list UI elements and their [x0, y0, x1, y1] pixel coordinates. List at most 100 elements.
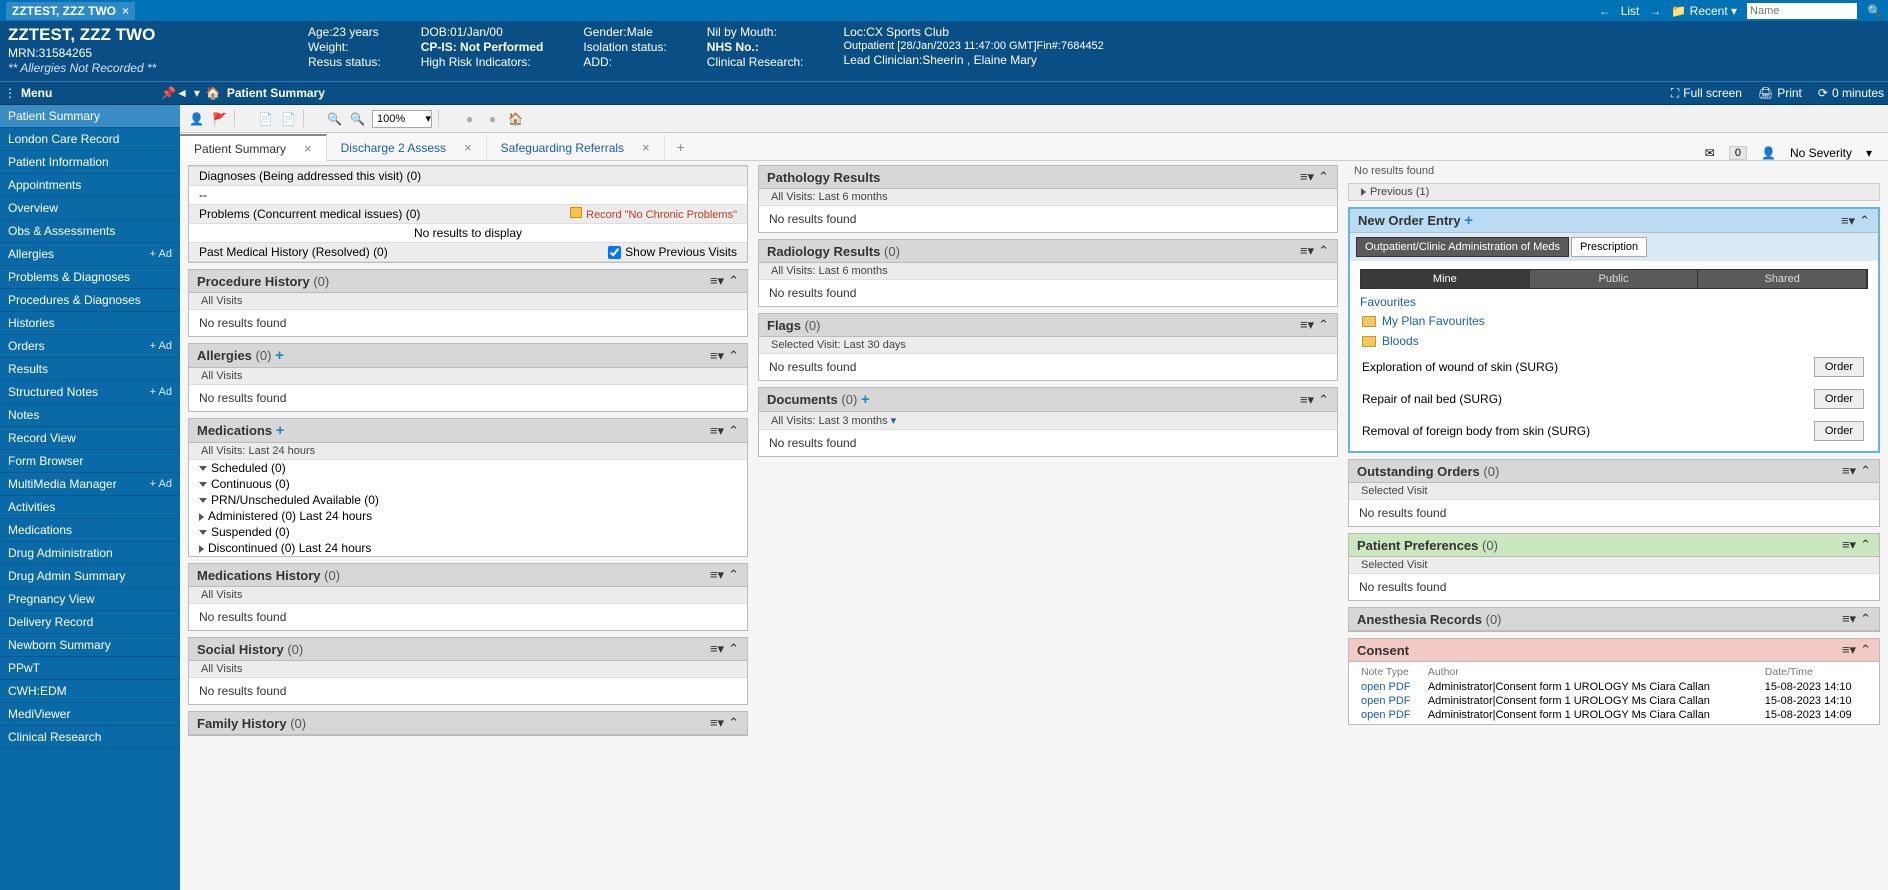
print-button[interactable]: 🖨Print: [1758, 86, 1802, 100]
favourites-link[interactable]: Favourites: [1360, 295, 1416, 309]
collapse-icon[interactable]: ⌃: [1318, 317, 1329, 333]
sidebar-item[interactable]: Patient Summary: [0, 105, 180, 128]
open-pdf-link[interactable]: open PDF: [1361, 695, 1411, 707]
sidebar-item[interactable]: Delivery Record: [0, 611, 180, 634]
sidebar-item[interactable]: Obs & Assessments: [0, 220, 180, 243]
sidebar-item[interactable]: Histories: [0, 312, 180, 335]
sidebar-item[interactable]: Appointments: [0, 174, 180, 197]
flag-icon[interactable]: 🚩: [211, 110, 228, 127]
add-icon[interactable]: + Ad: [150, 386, 172, 398]
noe-pilltab[interactable]: Shared: [1698, 270, 1867, 288]
favourite-link[interactable]: My Plan Favourites: [1382, 314, 1485, 328]
sidebar-item[interactable]: Notes: [0, 404, 180, 427]
sidebar-item[interactable]: Record View: [0, 427, 180, 450]
sidebar-item[interactable]: Patient Information: [0, 151, 180, 174]
fullscreen-button[interactable]: ⛶Full screen: [1671, 86, 1742, 101]
arrow-right-icon[interactable]: →: [1649, 4, 1661, 18]
sidebar-item[interactable]: London Care Record: [0, 128, 180, 151]
add-icon[interactable]: + Ad: [150, 340, 172, 352]
menu-button[interactable]: Menu: [21, 86, 52, 100]
medication-row[interactable]: Administered (0) Last 24 hours: [189, 508, 747, 524]
open-pdf-link[interactable]: open PDF: [1361, 709, 1411, 721]
sidebar-item[interactable]: Procedures & Diagnoses: [0, 289, 180, 312]
collapse-icon[interactable]: ⌃: [728, 567, 739, 583]
home2-icon[interactable]: 🏠: [507, 110, 524, 127]
sidebar-item[interactable]: Newborn Summary: [0, 634, 180, 657]
menu-icon[interactable]: ≡▾: [1300, 169, 1314, 185]
collapse-icon[interactable]: ⌃: [728, 715, 739, 731]
sidebar-item[interactable]: Pregnancy View: [0, 588, 180, 611]
doc2-icon[interactable]: 📄: [280, 110, 297, 127]
menu-icon[interactable]: ≡▾: [1842, 642, 1856, 658]
arrow-left-icon[interactable]: ←: [1599, 4, 1611, 18]
add-allergy-icon[interactable]: +: [275, 347, 284, 364]
chevron-down-icon[interactable]: ▾: [891, 415, 897, 427]
nav-back-icon[interactable]: ◄: [176, 86, 188, 100]
collapse-icon[interactable]: ⌃: [728, 641, 739, 657]
order-button[interactable]: Order: [1814, 421, 1864, 441]
sidebar-item[interactable]: Structured Notes+ Ad: [0, 381, 180, 404]
menu-icon[interactable]: ≡▾: [710, 423, 724, 439]
collapse-icon[interactable]: ⌃: [728, 348, 739, 364]
menu-handle-icon[interactable]: ⋮: [4, 86, 17, 100]
menu-icon[interactable]: ≡▾: [1842, 537, 1856, 553]
circle-icon[interactable]: ●: [461, 110, 478, 127]
collapse-icon[interactable]: ⌃: [1860, 537, 1871, 553]
medication-row[interactable]: Scheduled (0): [189, 460, 747, 476]
sidebar-item[interactable]: MediViewer: [0, 703, 180, 726]
sidebar-item[interactable]: Activities: [0, 496, 180, 519]
menu-icon[interactable]: ≡▾: [710, 715, 724, 731]
noe-pilltab[interactable]: Public: [1530, 270, 1699, 288]
list-button[interactable]: List: [1621, 4, 1640, 18]
workspace-tab[interactable]: Safeguarding Referrals×: [487, 135, 665, 160]
open-pdf-link[interactable]: open PDF: [1361, 681, 1411, 693]
sidebar-item[interactable]: Drug Administration: [0, 542, 180, 565]
collapse-icon[interactable]: ⌃: [1860, 611, 1871, 627]
workspace-tab[interactable]: Discharge 2 Assess×: [327, 135, 487, 160]
menu-icon[interactable]: ≡▾: [1842, 611, 1856, 627]
sidebar-item[interactable]: Problems & Diagnoses: [0, 266, 180, 289]
add-order-icon[interactable]: +: [1464, 212, 1473, 229]
medication-row[interactable]: Suspended (0): [189, 524, 747, 540]
zoom-in-icon[interactable]: 🔍: [326, 110, 343, 127]
order-button[interactable]: Order: [1814, 389, 1864, 409]
noe-subtab[interactable]: Outpatient/Clinic Administration of Meds: [1356, 237, 1569, 257]
collapse-icon[interactable]: ⌃: [1318, 243, 1329, 259]
medication-row[interactable]: PRN/Unscheduled Available (0): [189, 492, 747, 508]
sidebar-item[interactable]: Form Browser: [0, 450, 180, 473]
sidebar-item[interactable]: Allergies+ Ad: [0, 243, 180, 266]
noe-subtab[interactable]: Prescription: [1571, 237, 1647, 257]
collapse-icon[interactable]: ⌃: [1860, 463, 1871, 479]
menu-icon[interactable]: ≡▾: [1842, 463, 1856, 479]
menu-icon[interactable]: ≡▾: [710, 567, 724, 583]
add-icon[interactable]: + Ad: [150, 478, 172, 490]
show-prev-checkbox[interactable]: Show Previous Visits: [608, 245, 737, 259]
collapse-icon[interactable]: ⌃: [1860, 642, 1871, 658]
pin-icon[interactable]: 📌: [161, 86, 176, 100]
sidebar-item[interactable]: Drug Admin Summary: [0, 565, 180, 588]
collapse-icon[interactable]: ⌃: [728, 273, 739, 289]
favourite-link[interactable]: Bloods: [1382, 334, 1419, 348]
favourite-item[interactable]: Bloods: [1360, 331, 1868, 351]
sidebar-item[interactable]: Clinical Research: [0, 726, 180, 749]
collapse-icon[interactable]: ⌃: [728, 423, 739, 439]
patient-tab[interactable]: ZZTEST, ZZZ TWO ×: [6, 2, 135, 20]
close-icon[interactable]: ×: [122, 4, 129, 18]
close-icon[interactable]: ×: [464, 140, 472, 155]
add-icon[interactable]: + Ad: [150, 248, 172, 260]
collapse-icon[interactable]: ⌃: [1859, 213, 1870, 229]
collapse-icon[interactable]: ⌃: [1318, 169, 1329, 185]
close-icon[interactable]: ×: [642, 140, 650, 155]
name-search-input[interactable]: [1747, 3, 1857, 19]
close-icon[interactable]: ×: [304, 141, 312, 156]
menu-icon[interactable]: ≡▾: [1300, 317, 1314, 333]
circle2-icon[interactable]: ●: [484, 110, 501, 127]
menu-icon[interactable]: ≡▾: [710, 641, 724, 657]
menu-icon[interactable]: ≡▾: [1300, 392, 1314, 408]
sidebar-item[interactable]: Medications: [0, 519, 180, 542]
nav-dropdown-icon[interactable]: ▾: [194, 86, 200, 100]
menu-icon[interactable]: ≡▾: [710, 273, 724, 289]
noe-pilltab[interactable]: Mine: [1361, 270, 1530, 288]
add-doc-icon[interactable]: +: [861, 391, 870, 408]
workspace-tab[interactable]: Patient Summary×: [180, 134, 327, 161]
